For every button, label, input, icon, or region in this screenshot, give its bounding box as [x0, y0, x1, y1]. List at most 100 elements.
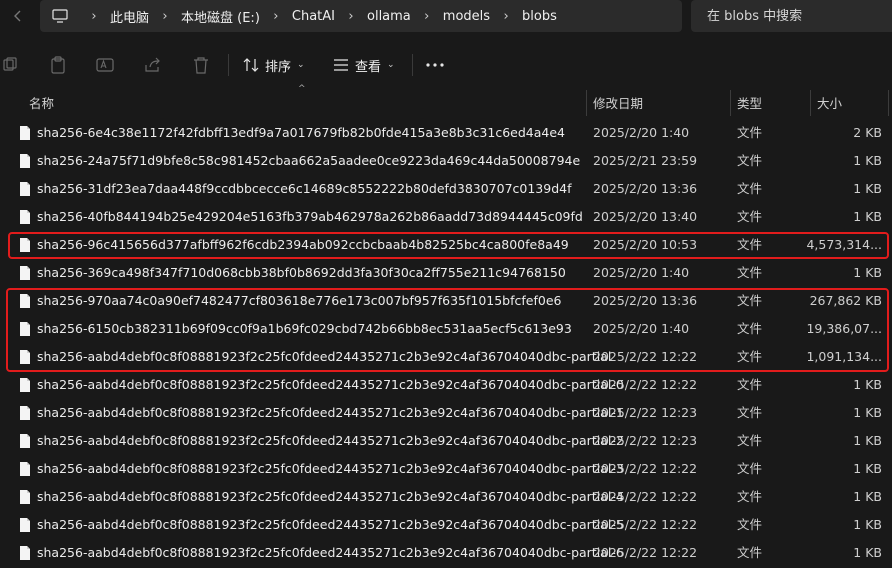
- file-row[interactable]: sha256-aabd4debf0c8f08881923f2c25fc0fdee…: [0, 539, 892, 567]
- view-icon: [334, 59, 348, 71]
- search-box[interactable]: [691, 0, 892, 32]
- file-type: 文件: [737, 545, 763, 560]
- chevron-right-icon[interactable]: ›: [413, 9, 441, 24]
- file-size: 1 KB: [853, 377, 882, 392]
- chevron-right-icon[interactable]: ›: [337, 9, 365, 24]
- column-divider[interactable]: [888, 90, 889, 116]
- file-name[interactable]: sha256-31df23ea7daa448f9ccdbbcecce6c1468…: [37, 175, 572, 203]
- file-row[interactable]: sha256-aabd4debf0c8f08881923f2c25fc0fdee…: [0, 455, 892, 483]
- file-modified: 2025/2/22 12:22: [593, 461, 698, 476]
- file-name[interactable]: sha256-24a75f71d9bfe8c58c981452cbaa662a5…: [37, 147, 580, 175]
- file-icon: [19, 377, 31, 396]
- file-icon: [19, 181, 31, 200]
- file-modified: 2025/2/22 12:22: [593, 377, 698, 392]
- file-row[interactable]: sha256-aabd4debf0c8f08881923f2c25fc0fdee…: [0, 399, 892, 427]
- file-modified: 2025/2/22 12:23: [593, 433, 698, 448]
- file-row[interactable]: sha256-40fb844194b25e429204e5163fb379ab4…: [0, 203, 892, 231]
- view-button[interactable]: 查看 ⌄: [333, 44, 395, 86]
- file-row[interactable]: sha256-aabd4debf0c8f08881923f2c25fc0fdee…: [0, 511, 892, 539]
- share-icon[interactable]: [141, 44, 165, 86]
- file-size: 1 KB: [853, 489, 882, 504]
- file-size: 1 KB: [853, 517, 882, 532]
- file-type: 文件: [737, 209, 763, 224]
- file-size: 2 KB: [853, 125, 882, 140]
- file-size: 1 KB: [853, 181, 882, 196]
- toolbar-separator: [412, 54, 413, 76]
- file-type: 文件: [737, 405, 763, 420]
- file-modified: 2025/2/21 23:59: [593, 153, 698, 168]
- column-divider[interactable]: [586, 90, 587, 116]
- breadcrumb-item[interactable]: blobs: [520, 9, 559, 24]
- file-modified: 2025/2/22 12:23: [593, 405, 698, 420]
- breadcrumb-item[interactable]: 此电脑: [108, 7, 151, 26]
- sort-button[interactable]: 排序 ⌄: [243, 44, 305, 86]
- file-size: 1 KB: [853, 209, 882, 224]
- column-name[interactable]: 名称: [29, 88, 54, 116]
- sort-label: 排序: [265, 59, 292, 75]
- chevron-right-icon[interactable]: ›: [492, 9, 520, 24]
- file-name[interactable]: sha256-aabd4debf0c8f08881923f2c25fc0fdee…: [37, 539, 624, 567]
- file-name[interactable]: sha256-369ca498f347f710d068cbb38bf0b8692…: [37, 259, 566, 287]
- file-icon: [19, 153, 31, 172]
- file-modified: 2025/2/20 13:36: [593, 181, 698, 196]
- breadcrumb-item[interactable]: ChatAI: [290, 9, 337, 24]
- file-modified: 2025/2/22 12:22: [593, 489, 698, 504]
- file-type: 文件: [737, 489, 763, 504]
- file-icon: [19, 209, 31, 228]
- rename-icon[interactable]: [93, 44, 117, 86]
- cut-icon[interactable]: [0, 44, 20, 86]
- file-size: 1 KB: [853, 433, 882, 448]
- computer-icon[interactable]: [40, 9, 80, 23]
- breadcrumb-item[interactable]: 本地磁盘 (E:): [179, 7, 262, 26]
- file-size: 1 KB: [853, 405, 882, 420]
- file-name[interactable]: sha256-aabd4debf0c8f08881923f2c25fc0fdee…: [37, 483, 624, 511]
- back-icon[interactable]: [0, 0, 36, 32]
- file-type: 文件: [737, 433, 763, 448]
- file-type: 文件: [737, 181, 763, 196]
- view-label: 查看: [355, 59, 382, 75]
- file-type: 文件: [737, 153, 763, 168]
- highlight-box: [6, 288, 889, 372]
- file-modified: 2025/2/22 12:22: [593, 545, 698, 560]
- column-size[interactable]: 大小: [817, 88, 842, 116]
- search-input[interactable]: [705, 7, 889, 25]
- file-modified: 2025/2/20 1:40: [593, 125, 690, 140]
- file-icon: [19, 461, 31, 480]
- chevron-right-icon[interactable]: ›: [80, 9, 108, 24]
- breadcrumb-item[interactable]: ollama: [365, 9, 413, 24]
- file-row[interactable]: sha256-6e4c38e1172f42fdbff13edf9a7a01767…: [0, 119, 892, 147]
- file-modified: 2025/2/20 13:40: [593, 209, 698, 224]
- delete-icon[interactable]: [189, 44, 213, 86]
- column-divider[interactable]: [810, 90, 811, 116]
- breadcrumb-item[interactable]: models: [441, 9, 492, 24]
- address-bar[interactable]: › 此电脑 › 本地磁盘 (E:) › ChatAI › ollama › mo…: [40, 0, 682, 32]
- column-modified[interactable]: 修改日期: [593, 88, 643, 116]
- file-row[interactable]: sha256-24a75f71d9bfe8c58c981452cbaa662a5…: [0, 147, 892, 175]
- file-row[interactable]: sha256-aabd4debf0c8f08881923f2c25fc0fdee…: [0, 427, 892, 455]
- more-options-icon[interactable]: [423, 44, 447, 86]
- file-name[interactable]: sha256-aabd4debf0c8f08881923f2c25fc0fdee…: [37, 399, 624, 427]
- file-size: 1 KB: [853, 153, 882, 168]
- file-row[interactable]: sha256-aabd4debf0c8f08881923f2c25fc0fdee…: [0, 371, 892, 399]
- paste-icon[interactable]: [46, 44, 70, 86]
- sort-icon: [243, 58, 259, 72]
- column-type[interactable]: 类型: [737, 88, 762, 116]
- chevron-down-icon: ⌄: [387, 60, 395, 70]
- chevron-right-icon[interactable]: ›: [151, 9, 179, 24]
- file-row[interactable]: sha256-369ca498f347f710d068cbb38bf0b8692…: [0, 259, 892, 287]
- file-row[interactable]: sha256-31df23ea7daa448f9ccdbbcecce6c1468…: [0, 175, 892, 203]
- chevron-right-icon[interactable]: ›: [262, 9, 290, 24]
- column-divider[interactable]: [730, 90, 731, 116]
- command-bar: 排序 ⌄ 查看 ⌄: [0, 44, 892, 86]
- file-name[interactable]: sha256-aabd4debf0c8f08881923f2c25fc0fdee…: [37, 455, 624, 483]
- file-name[interactable]: sha256-aabd4debf0c8f08881923f2c25fc0fdee…: [37, 427, 624, 455]
- file-name[interactable]: sha256-40fb844194b25e429204e5163fb379ab4…: [37, 203, 583, 231]
- file-row[interactable]: sha256-aabd4debf0c8f08881923f2c25fc0fdee…: [0, 483, 892, 511]
- file-name[interactable]: sha256-aabd4debf0c8f08881923f2c25fc0fdee…: [37, 371, 624, 399]
- file-type: 文件: [737, 517, 763, 532]
- toolbar-separator: [228, 54, 229, 76]
- file-icon: [19, 265, 31, 284]
- file-name[interactable]: sha256-aabd4debf0c8f08881923f2c25fc0fdee…: [37, 511, 624, 539]
- file-name[interactable]: sha256-6e4c38e1172f42fdbff13edf9a7a01767…: [37, 119, 565, 147]
- file-icon: [19, 545, 31, 564]
